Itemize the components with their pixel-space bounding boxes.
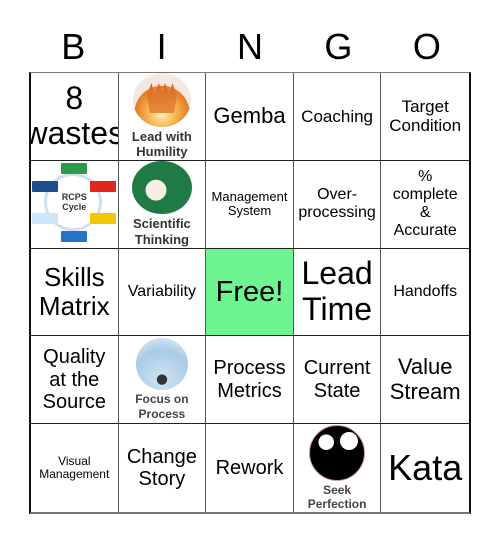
cycle-step-3 xyxy=(90,213,117,225)
caption-line: Thinking xyxy=(134,232,189,247)
cycle-step-6 xyxy=(32,181,59,193)
header-letter-n: N xyxy=(237,26,264,67)
bingo-cell-variability[interactable]: Variability xyxy=(118,248,207,337)
cell-text: 8 xyxy=(65,79,84,116)
caption-line: Seek xyxy=(323,482,352,497)
bingo-cell-gemba[interactable]: Gemba xyxy=(206,73,294,161)
cell-text: State xyxy=(313,379,361,402)
bingo-header: B I N G O xyxy=(29,22,471,72)
bingo-cell-lead-with-humility[interactable]: Lead with Humility xyxy=(118,73,207,161)
header-letter-i: I xyxy=(156,26,167,67)
bingo-cell-8-wastes[interactable]: 8 wastes xyxy=(31,73,119,161)
cell-text: Change xyxy=(126,445,197,468)
cell-caption: Lead with Humility xyxy=(132,129,192,160)
cell-text: processing xyxy=(298,204,376,222)
cell-text: Lead xyxy=(301,255,373,292)
cycle-step-2 xyxy=(90,181,117,193)
cell-text: Rework xyxy=(215,456,284,479)
cell-text: Kata xyxy=(388,446,463,488)
cycle-step-1 xyxy=(61,163,88,175)
cell-caption: Seek Perfection xyxy=(308,483,367,512)
cell-text: wastes xyxy=(31,115,118,152)
caption-line: Focus on xyxy=(135,392,189,407)
cell-text: Free! xyxy=(215,275,284,308)
cell-text: Source xyxy=(42,390,106,413)
bingo-cell-over-processing[interactable]: Over- processing xyxy=(293,160,382,249)
scientist-icon xyxy=(131,160,192,215)
cell-text: Value xyxy=(397,354,453,380)
bingo-grid: 8 wastes Lead with Humility Gemba Coachi… xyxy=(29,72,471,514)
bingo-cell-lead-time[interactable]: Lead Time xyxy=(293,248,382,337)
bingo-cell-scientific-thinking[interactable]: Scientific Thinking xyxy=(118,160,207,249)
cell-text: Process xyxy=(213,357,286,380)
bingo-cell-current-state[interactable]: Current State xyxy=(293,336,382,425)
header-letter-o: O xyxy=(412,26,441,67)
diagram-label-line: Cycle xyxy=(62,202,87,213)
bingo-cell-rcps-cycle[interactable]: RCPS Cycle xyxy=(31,160,119,249)
bingo-cell-coaching[interactable]: Coaching xyxy=(293,73,382,161)
cell-text: Management xyxy=(211,188,288,204)
cell-text: System xyxy=(227,203,272,219)
cell-text: at the xyxy=(49,368,100,391)
bingo-cell-free[interactable]: Free! xyxy=(206,248,294,337)
bingo-cell-process-metrics[interactable]: Process Metrics xyxy=(206,336,294,425)
cycle-step-4 xyxy=(61,231,88,243)
bingo-cell-change-story[interactable]: Change Story xyxy=(119,424,207,512)
cell-text: Management xyxy=(39,467,110,482)
bingo-cell-visual-management[interactable]: Visual Management xyxy=(31,424,119,512)
people-celebrating-icon xyxy=(132,73,191,127)
cell-text: Condition xyxy=(389,116,462,136)
cell-text: % xyxy=(418,168,433,186)
cell-text: Variability xyxy=(127,283,196,301)
caption-line: Scientific xyxy=(132,216,191,232)
cell-caption: Focus on Process xyxy=(135,392,188,421)
cell-text: Handoffs xyxy=(393,283,458,301)
diagram-label: RCPS Cycle xyxy=(32,192,116,213)
cycle-step-5 xyxy=(32,213,59,225)
caption-line: Process xyxy=(138,406,186,421)
bingo-cell-quality-at-the-source[interactable]: Quality at the Source xyxy=(31,336,119,425)
cell-text: Story xyxy=(138,468,186,491)
cell-text: Skills xyxy=(43,261,105,292)
bingo-cell-handoffs[interactable]: Handoffs xyxy=(381,249,469,337)
cell-text: Metrics xyxy=(217,379,282,402)
cell-text: Coaching xyxy=(301,106,373,126)
cell-text: Time xyxy=(302,290,373,327)
bingo-cell-value-stream[interactable]: Value Stream xyxy=(381,336,469,425)
bingo-cell-percent-complete-accurate[interactable]: % complete & Accurate xyxy=(381,161,469,249)
header-letter-b: B xyxy=(61,26,86,67)
cell-text: Visual xyxy=(58,453,91,468)
bingo-cell-rework[interactable]: Rework xyxy=(206,424,294,512)
cell-text: & xyxy=(419,204,431,222)
cell-caption: Scientific Thinking xyxy=(133,216,191,247)
rcps-cycle-diagram: RCPS Cycle xyxy=(32,163,117,245)
caption-line: Perfection xyxy=(307,497,367,512)
process-focus-icon xyxy=(135,338,188,391)
cell-text: Gemba xyxy=(213,103,286,129)
cell-text: Current xyxy=(303,357,371,380)
cell-text: complete xyxy=(392,186,458,204)
cell-text: Accurate xyxy=(393,222,457,240)
cell-text: Stream xyxy=(389,378,461,404)
cell-text: Over- xyxy=(317,186,358,204)
bingo-cell-target-condition[interactable]: Target Condition xyxy=(381,73,469,161)
bingo-cell-kata[interactable]: Kata xyxy=(381,424,469,512)
bingo-cell-management-system[interactable]: Management System xyxy=(206,160,294,249)
cell-text: Target xyxy=(401,97,449,117)
perfect-score-paddles-icon xyxy=(309,424,366,481)
caption-line: Lead with xyxy=(131,128,192,144)
bingo-cell-skills-matrix[interactable]: Skills Matrix xyxy=(31,248,119,337)
caption-line: Humility xyxy=(136,144,188,160)
header-letter-g: G xyxy=(324,26,353,67)
cell-text: Matrix xyxy=(38,290,110,321)
bingo-cell-focus-on-process[interactable]: Focus on Process xyxy=(118,336,207,425)
bingo-cell-seek-perfection[interactable]: Seek Perfection xyxy=(294,424,382,512)
cell-text: Quality xyxy=(43,346,106,369)
